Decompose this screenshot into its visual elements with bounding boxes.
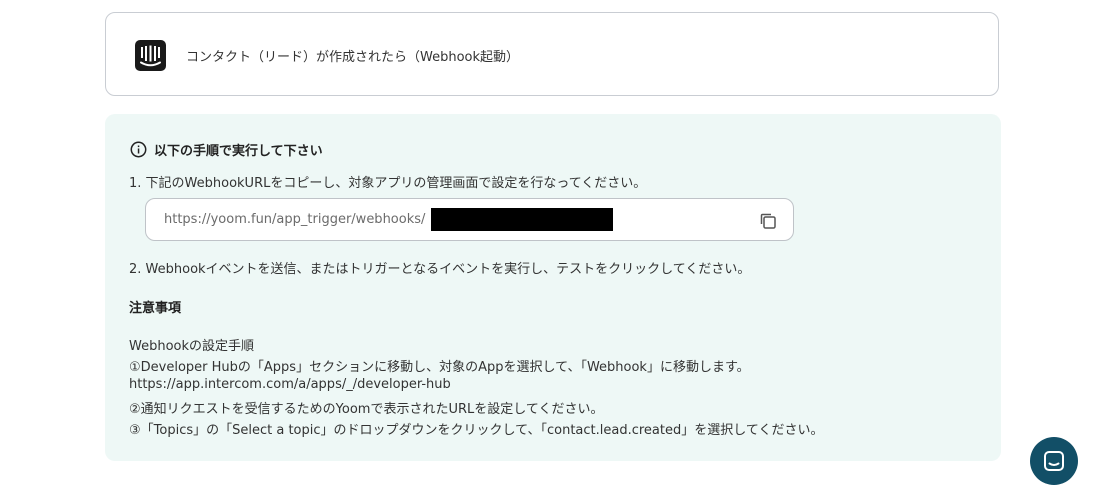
instructions-heading: 以下の手順で実行して下さい — [130, 140, 323, 159]
notes-line: ③「Topics」の「Select a topic」のドロップダウンをクリックし… — [129, 423, 824, 438]
copy-icon[interactable] — [758, 211, 778, 231]
trigger-card[interactable]: コンタクト（リード）が作成されたら（Webhook起動） — [105, 12, 999, 96]
notes-line: ①Developer Hubの「Apps」セクションに移動し、対象のAppを選択… — [129, 360, 750, 375]
intercom-logo-icon — [135, 40, 166, 71]
chat-launcher-button[interactable] — [1030, 437, 1078, 485]
info-icon — [130, 141, 147, 158]
redacted-block — [431, 208, 613, 231]
notes-url-line: https://app.intercom.com/a/apps/_/develo… — [129, 377, 451, 392]
webhook-url-field[interactable]: https://yoom.fun/app_trigger/webhooks/ — [145, 198, 794, 241]
notes-line: ②通知リクエストを受信するためのYoomで表示されたURLを設定してください。 — [129, 402, 604, 417]
webhook-url-text[interactable]: https://yoom.fun/app_trigger/webhooks/ — [164, 212, 425, 227]
chat-icon — [1044, 451, 1064, 471]
notes-line: Webhookの設定手順 — [129, 339, 255, 354]
step-1-text: 1. 下記のWebhookURLをコピーし、対象アプリの管理画面で設定を行なって… — [129, 176, 647, 191]
instructions-panel: 以下の手順で実行して下さい 1. 下記のWebhookURLをコピーし、対象アプ… — [105, 114, 1001, 461]
instructions-heading-text: 以下の手順で実行して下さい — [154, 144, 323, 159]
step-2-text: 2. Webhookイベントを送信、またはトリガーとなるイベントを実行し、テスト… — [129, 262, 751, 277]
notes-title: 注意事項 — [129, 301, 182, 316]
trigger-title: コンタクト（リード）が作成されたら（Webhook起動） — [186, 50, 520, 65]
